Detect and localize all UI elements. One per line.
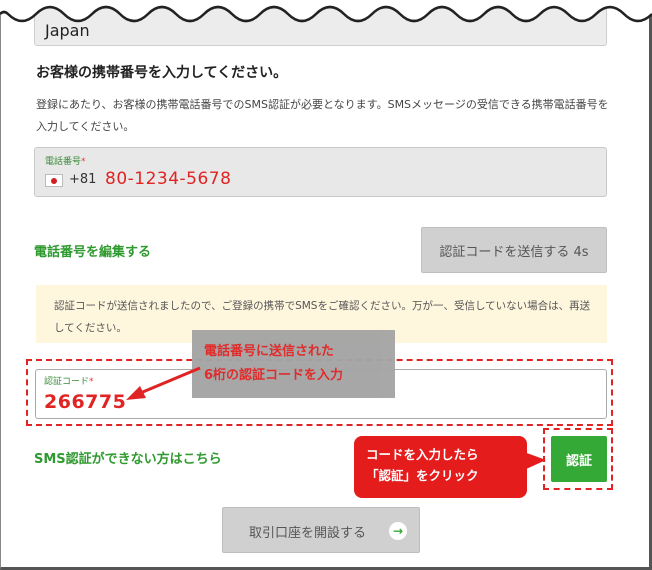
- torn-edge: [0, 0, 652, 23]
- callout-code-line1: 電話番号に送信された: [204, 344, 335, 359]
- callout-click-verify: コードを入力したら 「認証」をクリック: [354, 436, 527, 498]
- required-mark: *: [89, 377, 94, 387]
- country-code: +81: [69, 172, 97, 187]
- phone-number-value: 80-1234-5678: [105, 169, 232, 189]
- phone-number-field[interactable]: 電話番号* +81 80-1234-5678: [34, 147, 607, 197]
- phone-field-label: 電話番号*: [45, 157, 86, 167]
- edit-phone-link[interactable]: 電話番号を編集する: [34, 241, 151, 260]
- section-description: 登録にあたり、お客様の携帯電話番号でのSMS認証が必要となります。SMSメッセー…: [36, 98, 609, 133]
- verify-button[interactable]: 認証: [551, 436, 607, 482]
- verification-code-value: 266775: [44, 391, 127, 413]
- section-heading: お客様の携帯番号を入力してください。: [36, 65, 288, 81]
- code-field-label: 認証コード*: [44, 377, 94, 387]
- arrow-right-circle-icon: →: [389, 522, 407, 540]
- open-account-button[interactable]: 取引口座を開設する →: [222, 507, 420, 553]
- callout-enter-code: 電話番号に送信された 6桁の認証コードを入力: [192, 330, 395, 398]
- japan-flag-icon: [45, 174, 63, 187]
- open-account-label: 取引口座を開設する: [249, 526, 367, 541]
- callout-verify-line2: 「認証」をクリック: [366, 468, 479, 483]
- callout-verify-line1: コードを入力したら: [366, 447, 479, 462]
- sms-help-link[interactable]: SMS認証ができない方はこちら: [34, 448, 222, 467]
- callout-code-line2: 6桁の認証コードを入力: [204, 368, 344, 383]
- send-code-button[interactable]: 認証コードを送信する 4s: [421, 227, 607, 273]
- required-mark: *: [81, 157, 86, 167]
